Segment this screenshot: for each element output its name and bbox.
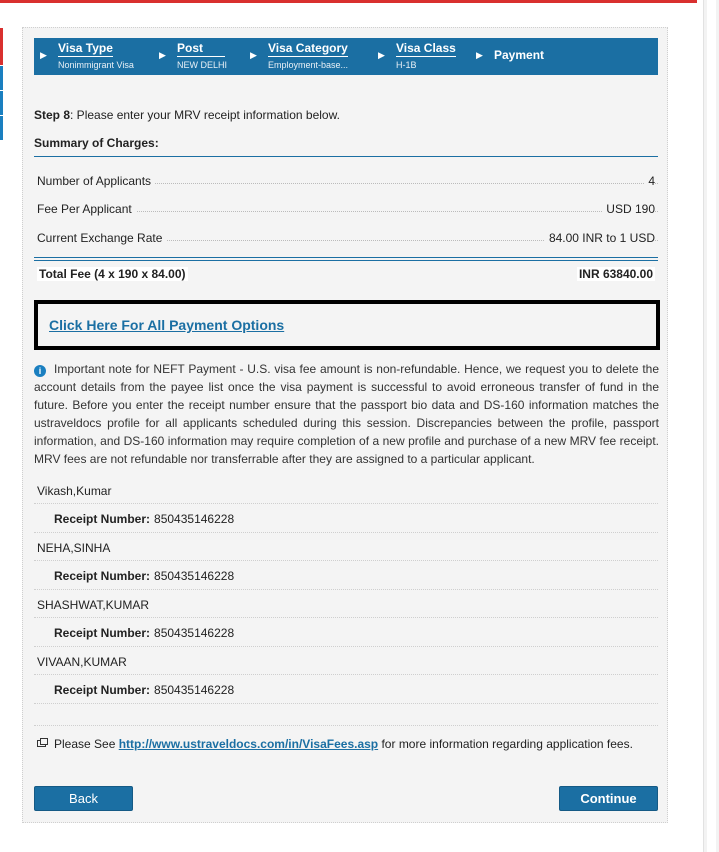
step-text: : Please enter your MRV receipt informat… [70,108,340,122]
breadcrumb-title: Visa Class [396,41,456,57]
summary-value: USD 190 [602,202,655,216]
applicant-receipt-row: Receipt Number: 850435146228 [34,618,658,647]
summary-heading: Summary of Charges: [34,136,159,150]
applicant-list: Vikash,Kumar Receipt Number: 850435146228… [34,476,658,704]
applicant-name: Vikash,Kumar [34,476,658,504]
summary-row: Fee Per Applicant USD 190 [34,202,658,220]
total-fee-row: Total Fee (4 x 190 x 84.00) INR 63840.00 [34,264,658,284]
chevron-right-icon: ▶ [250,50,257,60]
payment-options-box: Click Here For All Payment Options [34,300,660,350]
breadcrumb: ▶ Visa Type Nonimmigrant Visa ▶ Post NEW… [34,38,658,75]
visa-fees-link[interactable]: http://www.ustraveldocs.com/in/VisaFees.… [119,737,378,751]
receipt-label: Receipt Number: [54,569,151,583]
continue-button[interactable]: Continue [559,786,658,811]
fees-note-suffix: for more information regarding applicati… [378,737,633,751]
breadcrumb-title: Post [177,41,226,57]
left-edge-tabs [0,28,3,141]
divider [34,257,658,258]
divider [34,725,658,726]
receipt-number: 850435146228 [154,512,235,526]
back-button[interactable]: Back [34,786,133,811]
receipt-number: 850435146228 [154,569,235,583]
summary-row: Number of Applicants 4 [34,174,658,192]
scrollbar-thumb[interactable] [707,0,716,852]
summary-label: Current Exchange Rate [34,231,167,245]
divider [34,260,658,261]
breadcrumb-subtitle: Employment-base... [268,60,349,70]
step-label: Step 8 [34,108,71,122]
breadcrumb-subtitle: H-1B [396,60,417,70]
applicant-receipt-row: Receipt Number: 850435146228 [34,561,658,590]
breadcrumb-subtitle: NEW DELHI [177,60,228,70]
receipt-number: 850435146228 [154,683,235,697]
chevron-right-icon: ▶ [159,50,166,60]
breadcrumb-subtitle: Nonimmigrant Visa [58,60,134,70]
main-panel: ▶ Visa Type Nonimmigrant Visa ▶ Post NEW… [22,27,668,823]
total-fee-label: Total Fee (4 x 190 x 84.00) [37,267,188,281]
fees-info-note: Please See http://www.ustraveldocs.com/i… [37,737,633,751]
total-fee-value: INR 63840.00 [576,267,655,281]
breadcrumb-title: Visa Type [58,41,113,57]
left-tab [0,66,3,90]
left-tab [0,28,3,65]
receipt-label: Receipt Number: [54,626,151,640]
neft-note-text: Important note for NEFT Payment - U.S. v… [34,362,659,466]
receipt-label: Receipt Number: [54,512,151,526]
applicant-name: SHASHWAT,KUMAR [34,590,658,618]
summary-value: 4 [644,174,655,188]
payment-options-link[interactable]: Click Here For All Payment Options [49,317,284,333]
divider [34,156,658,157]
applicant-name: NEHA,SINHA [34,533,658,561]
left-tab [0,91,3,115]
summary-row: Current Exchange Rate 84.00 INR to 1 USD [34,231,658,249]
applicant-receipt-row: Receipt Number: 850435146228 [34,504,658,533]
scrollbar[interactable] [703,0,719,852]
neft-note: i Important note for NEFT Payment - U.S. … [34,360,659,468]
left-tab [0,116,3,140]
applicant-receipt-row: Receipt Number: 850435146228 [34,675,658,704]
top-accent-bar [0,0,697,3]
breadcrumb-title: Visa Category [268,41,348,57]
summary-label: Fee Per Applicant [34,202,136,216]
chevron-right-icon: ▶ [40,50,47,60]
info-icon: i [34,365,46,377]
summary-label: Number of Applicants [34,174,156,188]
summary-value: 84.00 INR to 1 USD [544,231,655,245]
step-instruction: Step 8: Please enter your MRV receipt in… [34,108,340,122]
chevron-right-icon: ▶ [476,50,483,60]
breadcrumb-title: Payment [494,48,545,62]
external-link-icon [37,738,48,747]
receipt-label: Receipt Number: [54,683,151,697]
chevron-right-icon: ▶ [378,50,385,60]
receipt-number: 850435146228 [154,626,235,640]
applicant-name: VIVAAN,KUMAR [34,647,658,675]
fees-note-prefix: Please See [54,737,119,751]
